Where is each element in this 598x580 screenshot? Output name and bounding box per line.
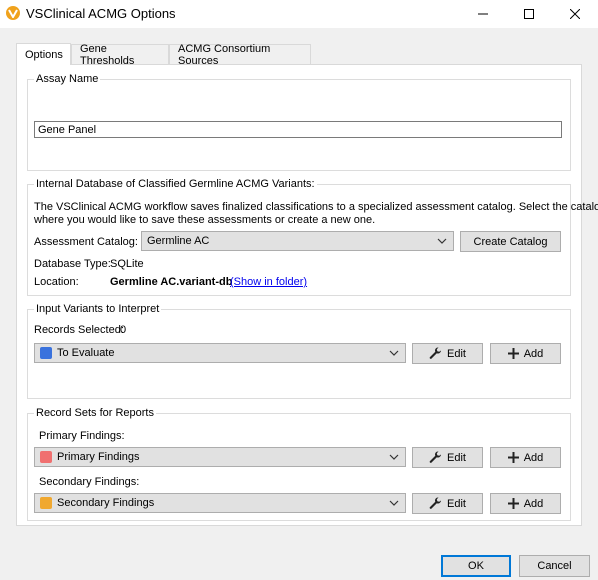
options-panel: Assay Name Internal Database of Classifi…	[16, 64, 598, 526]
database-type-value: SQLite	[110, 258, 144, 270]
chevron-down-icon	[389, 454, 399, 460]
combo-value: Germline AC	[147, 235, 210, 247]
combo-value: To Evaluate	[57, 347, 115, 359]
add-primary-findings-button[interactable]: Add	[490, 447, 561, 468]
group-title: Input Variants to Interpret	[34, 303, 162, 315]
button-label: Add	[523, 451, 544, 464]
button-label: Cancel	[537, 560, 572, 572]
secondary-findings-select[interactable]: Secondary Findings	[34, 493, 406, 513]
assessment-catalog-label: Assessment Catalog:	[34, 236, 138, 248]
button-label: Create Catalog	[473, 235, 548, 248]
tab-gene-thresholds[interactable]: Gene Thresholds	[71, 42, 169, 67]
tab-label: Gene Thresholds	[80, 42, 135, 67]
tab-label: Options	[25, 48, 63, 61]
ok-button[interactable]: OK	[441, 555, 511, 577]
add-secondary-findings-button[interactable]: Add	[490, 493, 561, 514]
group-title: Internal Database of Classified Germline…	[34, 178, 317, 190]
input-variants-select[interactable]: To Evaluate	[34, 343, 406, 363]
combo-value: Primary Findings	[57, 451, 140, 463]
add-input-variants-button[interactable]: Add	[490, 343, 561, 364]
wrench-icon	[429, 451, 442, 463]
tab-acmg-consortium-sources[interactable]: ACMG Consortium Sources	[169, 42, 311, 67]
wrench-icon	[429, 497, 442, 509]
group-title: Assay Name	[34, 73, 101, 85]
chevron-down-icon	[437, 238, 447, 244]
primary-findings-label: Primary Findings:	[39, 430, 125, 442]
edit-primary-findings-button[interactable]: Edit	[412, 447, 483, 468]
tab-options[interactable]: Options	[16, 43, 71, 65]
chevron-down-icon	[389, 350, 399, 356]
color-swatch	[40, 497, 52, 509]
button-label: Edit	[447, 451, 466, 464]
edit-secondary-findings-button[interactable]: Edit	[412, 493, 483, 514]
minimize-icon[interactable]	[460, 0, 506, 28]
secondary-findings-label: Secondary Findings:	[39, 476, 140, 488]
plus-icon	[507, 498, 519, 509]
color-swatch	[40, 451, 52, 463]
cancel-button[interactable]: Cancel	[519, 555, 590, 577]
plus-icon	[507, 452, 519, 463]
records-selected-value: 0	[120, 324, 127, 336]
tab-label: ACMG Consortium Sources	[178, 42, 271, 67]
close-icon[interactable]	[552, 0, 598, 28]
assessment-catalog-select[interactable]: Germline AC	[141, 231, 454, 251]
chevron-down-icon	[389, 500, 399, 506]
wrench-icon	[429, 347, 442, 359]
edit-input-variants-button[interactable]: Edit	[412, 343, 483, 364]
records-selected-label: Records Selected:	[34, 324, 124, 336]
combo-value: Secondary Findings	[57, 497, 155, 509]
maximize-icon[interactable]	[506, 0, 552, 28]
primary-findings-select[interactable]: Primary Findings	[34, 447, 406, 467]
button-label: OK	[468, 560, 484, 572]
button-label: Edit	[447, 347, 466, 360]
database-type-label: Database Type:	[34, 258, 111, 270]
catalog-description: The VSClinical ACMG workflow saves final…	[34, 201, 598, 213]
location-label: Location:	[34, 276, 79, 288]
catalog-description-cont: where you would like to save these asses…	[34, 214, 376, 226]
title-bar: VSClinical ACMG Options	[0, 0, 598, 28]
create-catalog-button[interactable]: Create Catalog	[460, 231, 561, 252]
window-title: VSClinical ACMG Options	[26, 6, 176, 21]
show-in-folder-link[interactable]: (Show in folder)	[230, 276, 307, 288]
color-swatch	[40, 347, 52, 359]
plus-icon	[507, 348, 519, 359]
button-label: Edit	[447, 497, 466, 510]
group-title: Record Sets for Reports	[34, 407, 156, 419]
button-label: Add	[523, 497, 544, 510]
assay-name-input[interactable]	[34, 121, 562, 138]
vsclinical-logo-icon	[6, 6, 20, 20]
button-label: Add	[523, 347, 544, 360]
location-value: Germline AC.variant-db	[110, 276, 233, 288]
